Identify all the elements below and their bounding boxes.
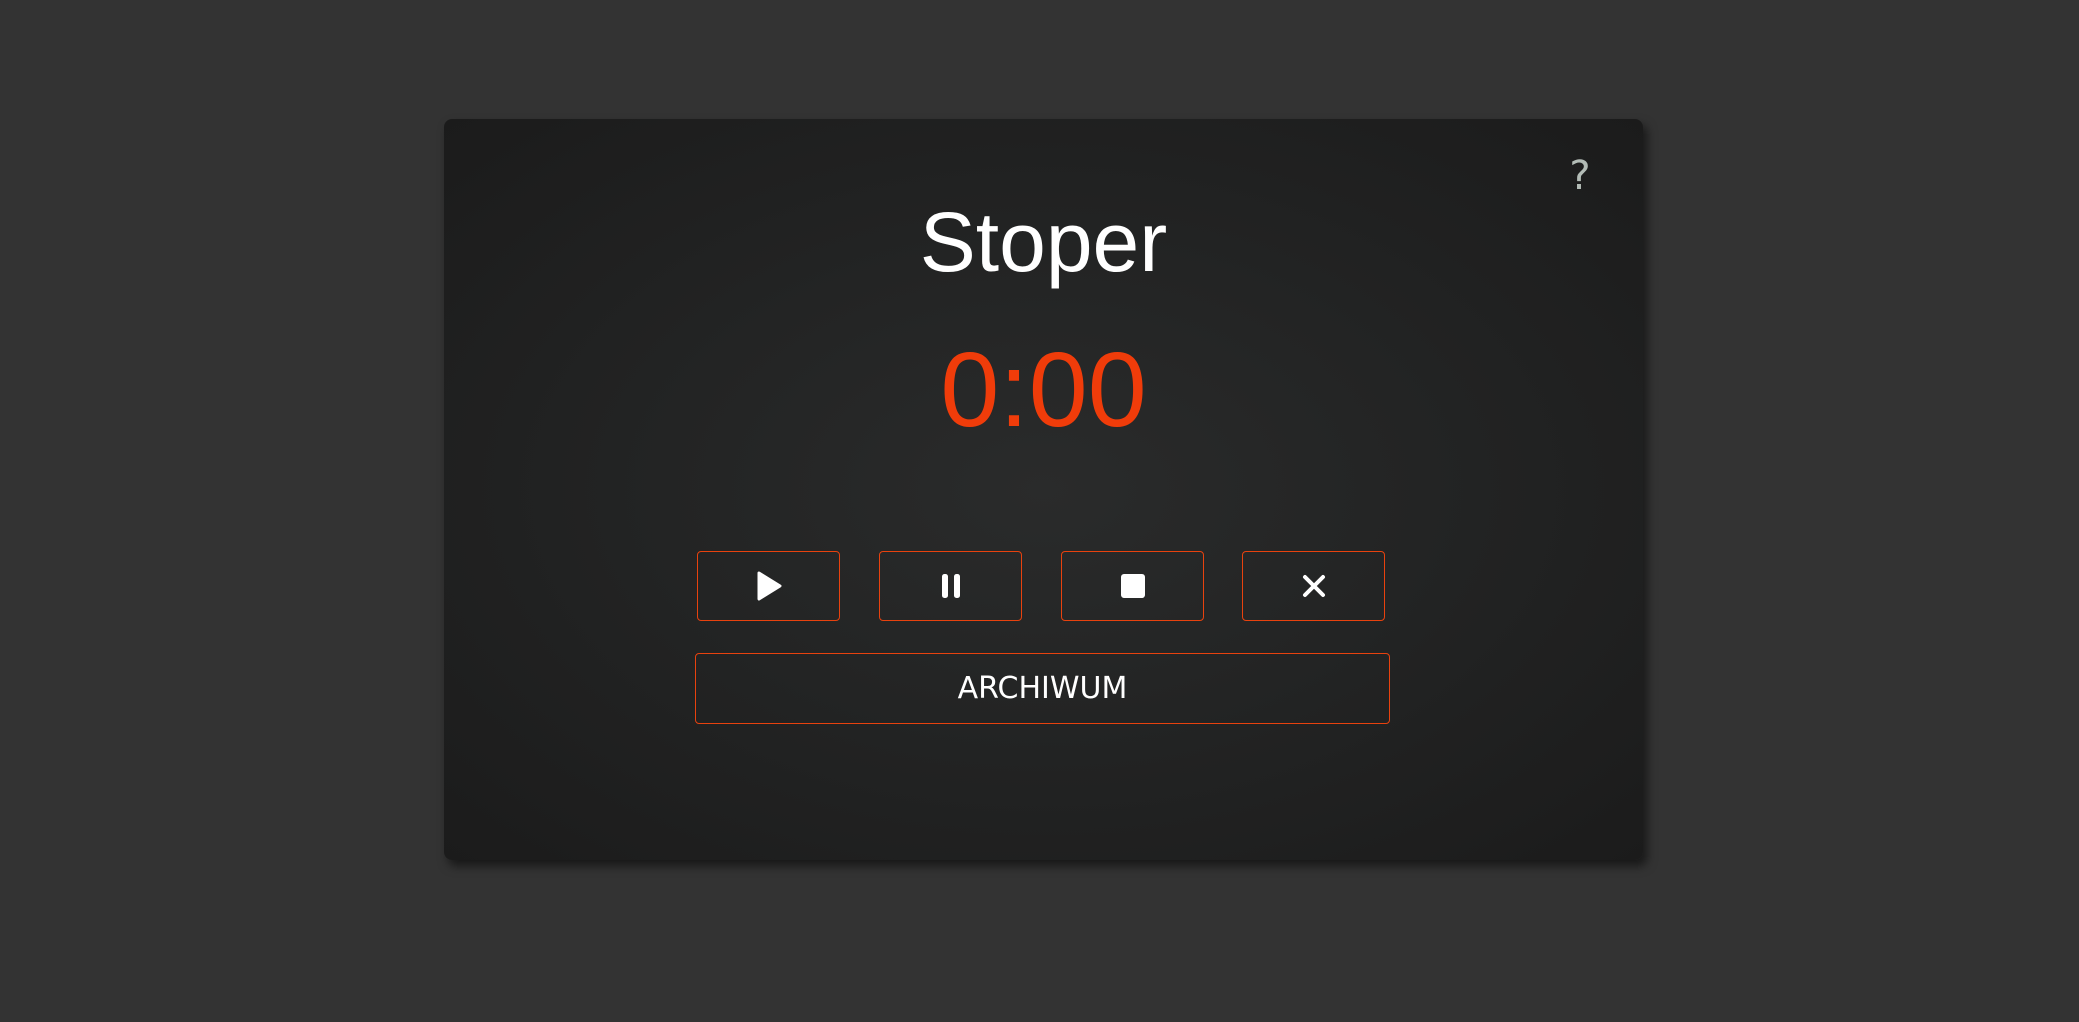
pause-button[interactable] [879,551,1022,621]
play-icon [754,570,784,602]
page-title: Stoper [919,195,1168,289]
time-display: 0:00 [940,331,1147,449]
stop-icon [1119,572,1147,600]
pause-icon [939,572,963,600]
play-button[interactable] [697,551,840,621]
archive-button[interactable]: ARCHIWUM [695,653,1390,724]
close-icon [1301,573,1327,599]
reset-button[interactable] [1242,551,1385,621]
stop-button[interactable] [1061,551,1204,621]
